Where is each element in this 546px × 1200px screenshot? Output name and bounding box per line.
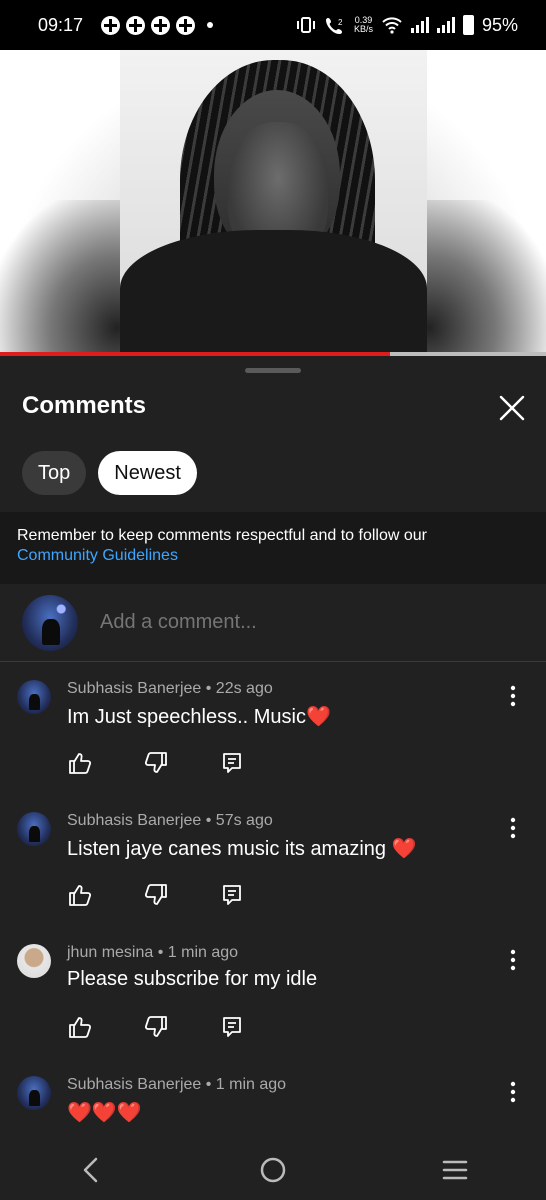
signal-icon [436,17,455,33]
video-subject-body [120,230,427,354]
comment-actions [67,882,245,908]
vibrate-icon [296,17,315,33]
reply-icon [219,885,245,912]
more-vert-icon [503,949,523,978]
signal-icon [410,17,429,33]
comment-more-button[interactable] [503,1078,523,1106]
thumbs-up-icon [67,1017,93,1044]
comment-item: Subhasis Banerjee • 22s ago Im Just speec… [0,662,546,794]
reply-button[interactable] [219,750,245,776]
comment-more-button[interactable] [503,682,523,710]
video-background-shade [0,200,130,354]
reply-button[interactable] [219,1014,245,1040]
close-icon [499,395,525,421]
back-button[interactable] [71,1150,111,1190]
comment-meta: Subhasis Banerjee • 57s ago [67,812,273,829]
system-nav-bar [0,1140,546,1200]
recents-button[interactable] [435,1150,475,1190]
notification-icon [151,15,171,35]
comment-actions [67,750,245,776]
video-background-shade [416,200,546,354]
add-comment-input[interactable] [100,611,500,634]
commenter-avatar[interactable] [17,944,51,978]
sort-filter-chips: Top Newest [22,451,197,495]
comment-actions [67,1014,245,1040]
recents-icon [442,1160,468,1180]
dislike-button[interactable] [143,882,169,908]
more-notifications-dot [207,22,214,28]
comments-sheet: Comments Top Newest Remember to keep com… [0,356,546,1200]
system-icons: 2 0.39 KB/s 95% [296,15,518,36]
close-button[interactable] [496,392,528,424]
reply-icon [219,753,245,780]
dislike-button[interactable] [143,750,169,776]
filter-top-chip[interactable]: Top [22,451,87,495]
screen: 09:17 2 0.39 KB/s 95% Comments Top Newes… [0,0,546,1200]
svg-text:2: 2 [338,18,343,27]
home-button[interactable] [253,1150,293,1190]
comment-more-button[interactable] [503,946,523,974]
battery-level: 95% [481,14,518,35]
volte-call-icon: 2 [325,18,343,34]
thumbs-down-icon [143,884,169,912]
comments-title: Comments [22,392,147,419]
guidelines-notice-text: Remember to keep comments respectful and… [17,527,427,544]
video-frame [120,50,427,354]
wifi-icon [382,17,402,34]
comment-text: Please subscribe for my idle [67,968,318,990]
battery-icon [462,15,474,35]
video-player[interactable] [0,50,546,354]
more-vert-icon [503,817,523,846]
thumbs-down-icon [143,752,169,780]
dislike-button[interactable] [143,1014,169,1040]
notification-icons [101,15,214,35]
status-bar: 09:17 2 0.39 KB/s 95% [0,0,546,50]
thumbs-up-icon [67,885,93,912]
filter-newest-chip[interactable]: Newest [98,451,197,495]
thumbs-down-icon [143,1016,169,1044]
more-vert-icon [503,1081,523,1110]
comment-text: ❤️❤️❤️ [67,1102,142,1124]
network-speed: 0.39 KB/s [354,16,373,34]
comment-more-button[interactable] [503,814,523,842]
community-guidelines-link[interactable]: Community Guidelines [17,546,529,566]
clock: 09:17 [38,14,84,35]
like-button[interactable] [67,750,93,776]
reply-icon [219,1017,245,1044]
notification-icon [101,15,121,35]
more-vert-icon [503,685,523,714]
commenter-avatar[interactable] [17,812,51,846]
like-button[interactable] [67,882,93,908]
commenter-avatar[interactable] [17,680,51,714]
home-icon [260,1157,286,1183]
network-speed-unit: KB/s [353,24,373,34]
comment-text: Listen jaye canes music its amazing ❤️ [67,838,417,860]
comment-meta: jhun mesina • 1 min ago [67,944,239,961]
comment-meta: Subhasis Banerjee • 1 min ago [67,1076,287,1093]
comment-item: Subhasis Banerjee • 57s ago Listen jaye c… [0,794,546,926]
notification-icon [126,15,146,35]
reply-button[interactable] [219,882,245,908]
commenter-avatar[interactable] [17,1076,51,1110]
comment-item: jhun mesina • 1 min ago Please subscribe … [0,926,546,1058]
comment-text: Im Just speechless.. Music❤️ [67,706,331,728]
guidelines-notice: Remember to keep comments respectful and… [0,512,546,584]
thumbs-up-icon [67,753,93,780]
notification-icon [176,15,196,35]
like-button[interactable] [67,1014,93,1040]
comment-meta: Subhasis Banerjee • 22s ago [67,680,273,697]
user-avatar [22,594,78,651]
drag-handle[interactable] [245,368,301,373]
back-icon [83,1157,98,1183]
add-comment-row [0,584,546,662]
